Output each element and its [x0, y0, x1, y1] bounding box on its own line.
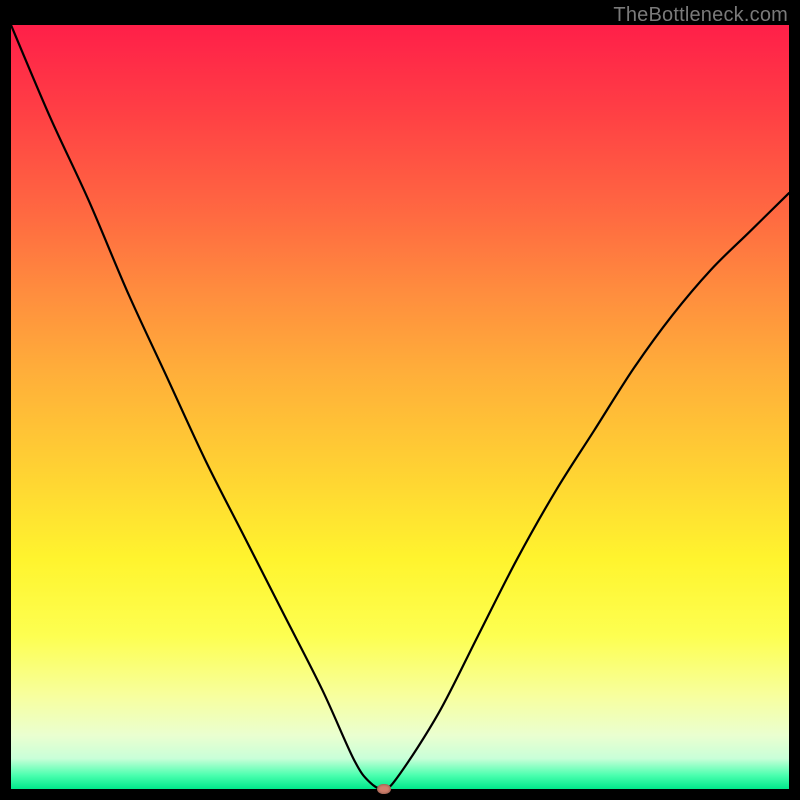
bottleneck-curve: [11, 25, 789, 789]
watermark-text: TheBottleneck.com: [613, 4, 788, 27]
optimal-point-marker: [377, 784, 391, 794]
chart-area: [11, 25, 789, 789]
